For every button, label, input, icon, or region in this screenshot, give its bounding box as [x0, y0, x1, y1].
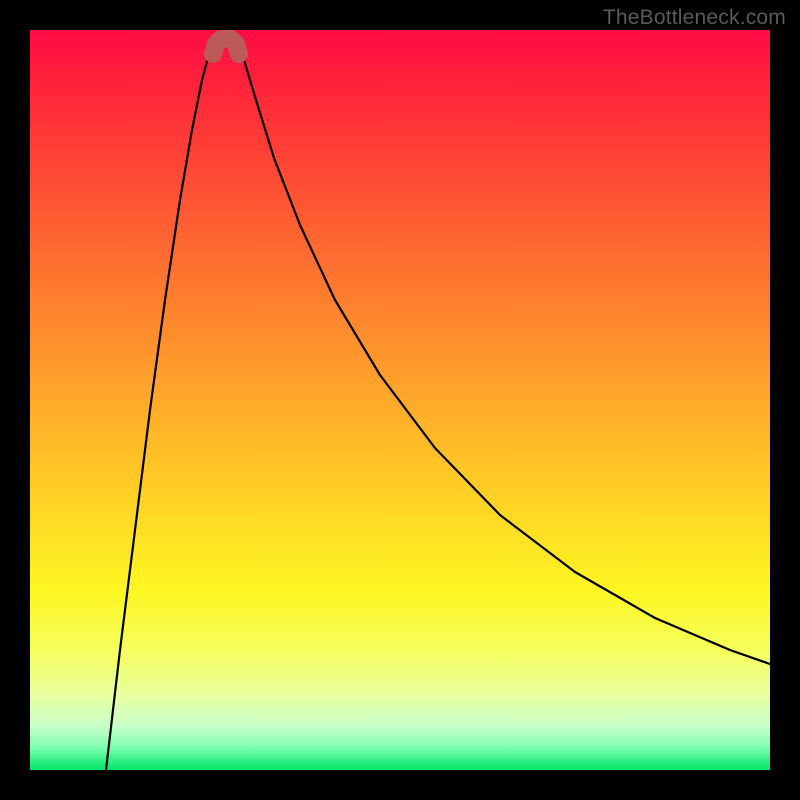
chart-plot-area — [30, 30, 770, 770]
valley-marker — [213, 38, 239, 54]
chart-svg — [30, 30, 770, 770]
curve-right-branch — [236, 35, 770, 664]
curve-left-branch — [106, 35, 216, 770]
watermark-text: TheBottleneck.com — [603, 6, 786, 30]
